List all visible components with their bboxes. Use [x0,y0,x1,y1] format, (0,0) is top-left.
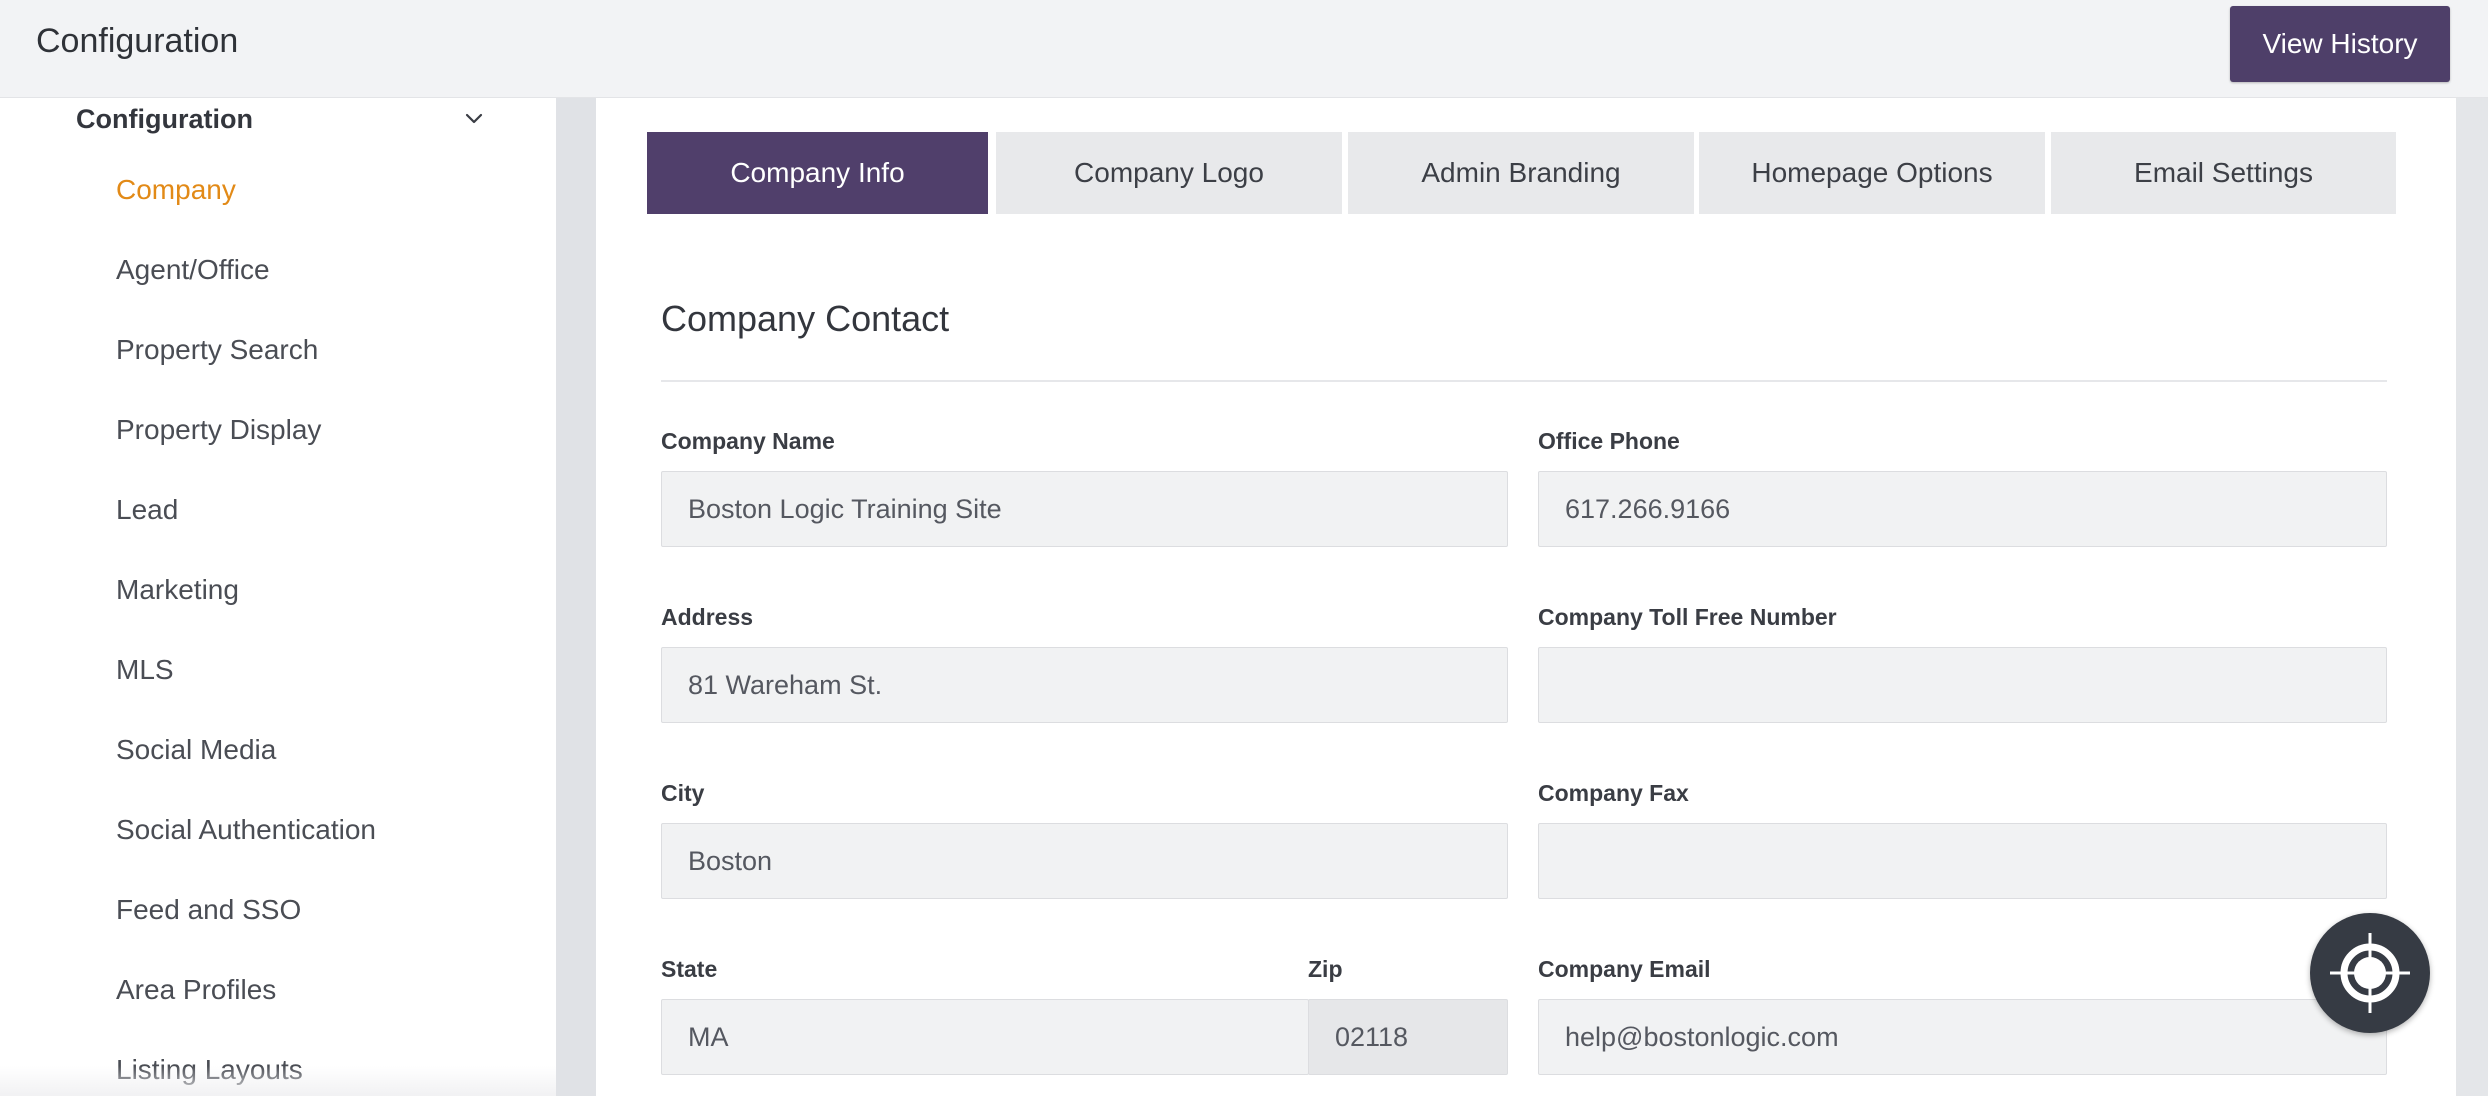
sidebar-item-lead[interactable]: Lead [116,494,178,526]
section-title: Company Contact [661,298,950,339]
tab-email-settings[interactable]: Email Settings [2051,132,2396,214]
sidebar-scroll-fade [0,1066,556,1096]
email-label: Company Email [1538,956,1711,982]
tab-company-info[interactable]: Company Info [647,132,988,214]
address-input[interactable] [661,647,1508,723]
sidebar-item-social-media[interactable]: Social Media [116,734,276,766]
top-bar: Configuration View History [0,0,2488,98]
sidebar-item-social-authentication[interactable]: Social Authentication [116,814,376,846]
fax-input[interactable] [1538,823,2387,899]
crosshair-icon [2322,925,2418,1021]
fax-label: Company Fax [1538,780,1689,806]
email-input[interactable] [1538,999,2387,1075]
toll-free-label: Company Toll Free Number [1538,604,1837,630]
tab-company-logo[interactable]: Company Logo [996,132,1342,214]
sidebar-item-property-display[interactable]: Property Display [116,414,321,446]
zip-label: Zip [1308,956,1343,982]
city-input[interactable] [661,823,1508,899]
address-label: Address [661,604,754,630]
sidebar-section-header[interactable]: Configuration [76,104,486,134]
city-label: City [661,780,705,806]
company-name-label: Company Name [661,428,835,454]
sidebar-item-company[interactable]: Company [116,174,236,206]
state-label: State [661,956,718,982]
office-phone-input[interactable] [1538,471,2387,547]
sidebar-section-label: Configuration [76,103,253,134]
sidebar-item-agent-office[interactable]: Agent/Office [116,254,270,286]
office-phone-label: Office Phone [1538,428,1680,454]
section-divider [661,380,2387,382]
chevron-down-icon[interactable] [462,107,486,131]
sidebar: Configuration Company Agent/Office Prope… [0,98,556,1096]
sidebar-item-marketing[interactable]: Marketing [116,574,239,606]
company-name-input[interactable] [661,471,1508,547]
tab-homepage-options[interactable]: Homepage Options [1699,132,2045,214]
toll-free-input[interactable] [1538,647,2387,723]
view-history-button[interactable]: View History [2230,6,2450,82]
page-title: Configuration [36,22,239,60]
main-panel: Company Info Company Logo Admin Branding… [596,98,2456,1096]
tab-admin-branding[interactable]: Admin Branding [1348,132,1694,214]
sidebar-item-property-search[interactable]: Property Search [116,334,318,366]
state-input[interactable] [661,999,1309,1075]
sidebar-item-area-profiles[interactable]: Area Profiles [116,974,276,1006]
content-gutter [556,98,596,1096]
sidebar-item-mls[interactable]: MLS [116,654,174,686]
sidebar-item-feed-and-sso[interactable]: Feed and SSO [116,894,301,926]
zip-input[interactable] [1308,999,1508,1075]
floating-help-button[interactable] [2310,913,2430,1033]
